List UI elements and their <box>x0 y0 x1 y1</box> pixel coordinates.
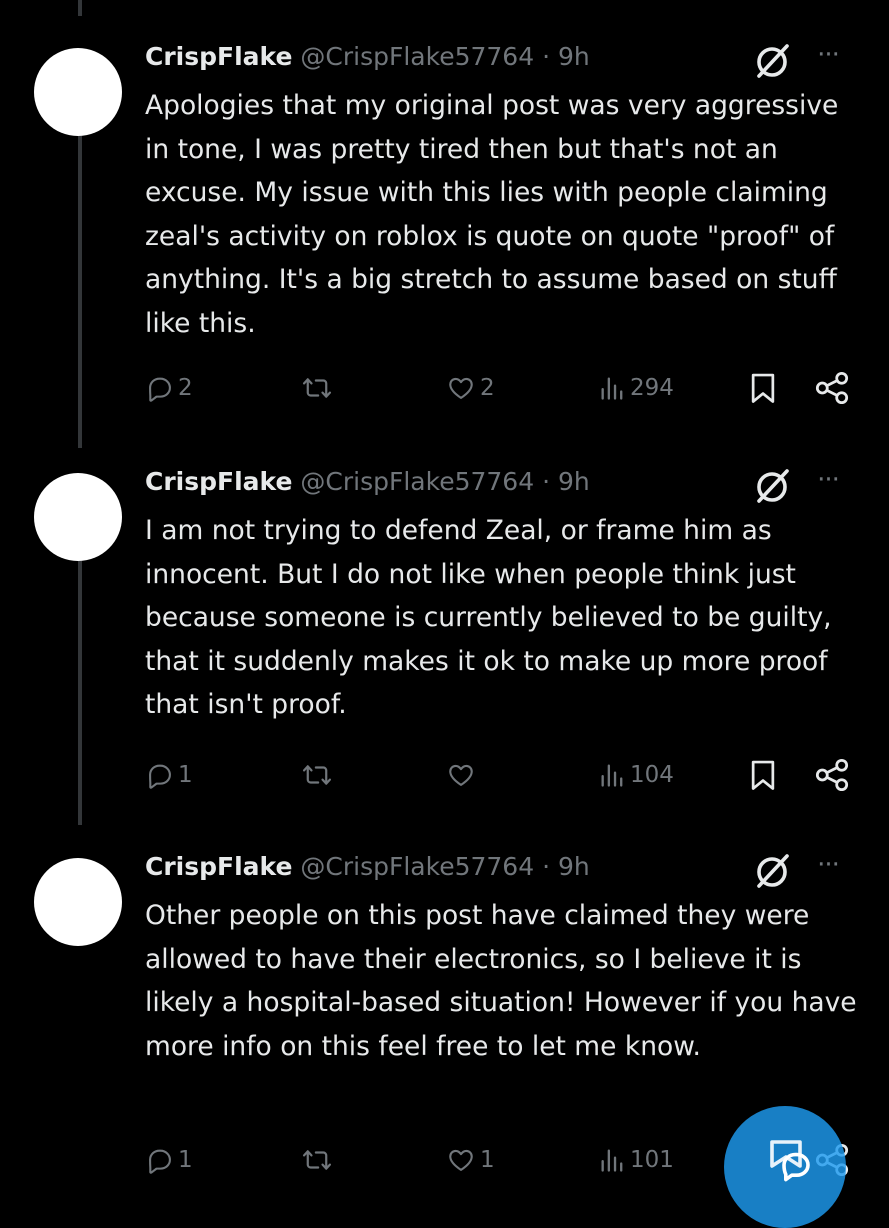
avatar[interactable] <box>34 858 122 946</box>
view-count: 104 <box>630 762 674 788</box>
view-count: 294 <box>630 375 674 401</box>
avatar[interactable] <box>34 473 122 561</box>
user-handle[interactable]: @CrispFlake57764 <box>300 852 534 881</box>
like-icon <box>449 764 473 786</box>
share-button[interactable] <box>814 755 850 795</box>
more-options-icon[interactable]: ··· <box>806 459 850 501</box>
post-time[interactable]: · 9h <box>542 42 590 71</box>
reply-button[interactable]: 2 <box>146 368 193 408</box>
post-text: I am not trying to defend Zeal, or frame… <box>145 515 832 721</box>
display-name[interactable]: CrispFlake <box>145 852 292 881</box>
share-icon <box>815 371 849 405</box>
like-icon <box>449 1149 473 1171</box>
post-text: Other people on this post have claimed t… <box>145 900 857 1062</box>
display-name[interactable]: CrispFlake <box>145 42 292 71</box>
repost-icon <box>302 378 332 398</box>
grok-icon[interactable] <box>753 851 793 891</box>
reply-icon <box>149 377 171 402</box>
bookmark-button[interactable] <box>748 755 778 795</box>
reply-count: 1 <box>178 762 193 788</box>
bookmark-icon <box>751 760 775 790</box>
repost-icon <box>302 1150 332 1170</box>
grok-icon[interactable] <box>753 41 793 81</box>
post-time[interactable]: · 9h <box>542 852 590 881</box>
like-button[interactable] <box>446 755 480 795</box>
post-item[interactable]: CrispFlake @CrispFlake57764 · 9h ··· Apo… <box>0 20 889 406</box>
bookmark-button[interactable] <box>748 368 778 408</box>
views-icon <box>601 1149 623 1172</box>
grok-icon[interactable] <box>753 466 793 506</box>
share-icon <box>815 758 849 792</box>
repost-icon <box>302 765 332 785</box>
reply-button[interactable]: 1 <box>146 755 193 795</box>
repost-button[interactable] <box>302 368 336 408</box>
like-count: 1 <box>480 1147 495 1173</box>
reply-icon <box>149 1149 171 1174</box>
like-count: 2 <box>480 375 495 401</box>
repost-button[interactable] <box>302 755 336 795</box>
reply-button[interactable]: 1 <box>146 1140 193 1180</box>
views-button[interactable]: 101 <box>598 1140 674 1180</box>
post-actions: 2 2 294 <box>0 368 889 408</box>
post-time[interactable]: · 9h <box>542 467 590 496</box>
user-handle[interactable]: @CrispFlake57764 <box>300 467 534 496</box>
like-button[interactable]: 2 <box>446 368 495 408</box>
bookmark-icon <box>751 373 775 403</box>
post-actions: 1 104 <box>0 755 889 795</box>
more-options-icon[interactable]: ··· <box>806 34 850 76</box>
display-name[interactable]: CrispFlake <box>145 467 292 496</box>
views-button[interactable]: 104 <box>598 755 674 795</box>
repost-button[interactable] <box>302 1140 336 1180</box>
user-handle[interactable]: @CrispFlake57764 <box>300 42 534 71</box>
new-message-icon <box>770 1140 810 1182</box>
view-count: 101 <box>630 1147 674 1173</box>
like-icon <box>449 377 473 399</box>
views-icon <box>601 377 623 400</box>
post-item[interactable]: CrispFlake @CrispFlake57764 · 9h ··· I a… <box>0 445 889 831</box>
more-options-icon[interactable]: ··· <box>806 844 850 886</box>
reply-count: 2 <box>178 375 193 401</box>
reply-icon <box>149 764 171 789</box>
views-icon <box>601 764 623 787</box>
views-button[interactable]: 294 <box>598 368 674 408</box>
avatar[interactable] <box>34 48 122 136</box>
post-text: Apologies that my original post was very… <box>145 90 839 339</box>
thread-line <box>78 0 82 16</box>
like-button[interactable]: 1 <box>446 1140 495 1180</box>
share-button[interactable] <box>814 368 850 408</box>
reply-count: 1 <box>178 1147 193 1173</box>
